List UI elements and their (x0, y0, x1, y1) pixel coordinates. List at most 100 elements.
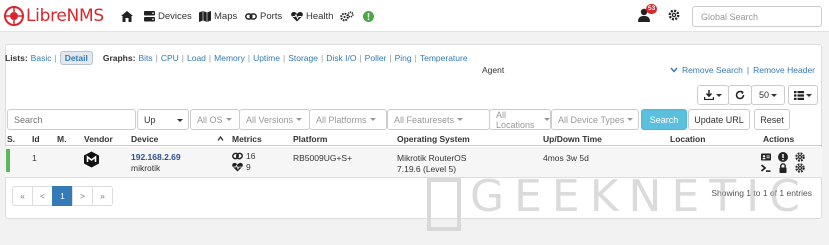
id-card-icon[interactable] (761, 152, 771, 162)
caret-icon (225, 118, 232, 121)
alert-icon[interactable] (778, 152, 788, 162)
graph-memory-link[interactable]: Memory (214, 53, 245, 63)
device-types-select-value: All Device Types (558, 114, 625, 125)
metric-ports[interactable]: 16 (232, 151, 255, 161)
device-id: 1 (32, 153, 37, 163)
nav-devices[interactable]: Devices (144, 9, 192, 23)
versions-select[interactable]: All Versions (239, 109, 310, 130)
nav-maps[interactable]: Maps (199, 9, 237, 23)
nav-devices-label: Devices (158, 10, 192, 22)
graph-storage-link[interactable]: Storage (288, 53, 318, 63)
nav-ports-label: Ports (260, 10, 283, 22)
os-select-value: All OS (197, 114, 223, 125)
col-status[interactable]: S. (7, 134, 15, 144)
caret-icon (771, 93, 777, 97)
status-up-indicator (6, 149, 10, 172)
graph-bits-link[interactable]: Bits (138, 53, 152, 63)
state-select[interactable]: Up (137, 109, 189, 130)
watermark-text: GEEKNETIC (470, 171, 810, 222)
separator: | (54, 53, 57, 63)
link-icon (245, 12, 257, 20)
page-size-value: 50 (758, 90, 769, 100)
refresh-icon (735, 90, 745, 100)
metric-ports-count: 16 (246, 151, 256, 161)
device-types-select[interactable]: All Device Types (551, 109, 639, 130)
caret-icon (296, 118, 303, 121)
gear-icon[interactable] (795, 152, 805, 162)
list-basic-link[interactable]: Basic (31, 53, 52, 63)
graph-poller-link[interactable]: Poller (365, 53, 387, 63)
locations-select[interactable]: All Locations (489, 109, 551, 130)
graph-diskio-link[interactable]: Disk I/O (326, 53, 356, 63)
sort-up-icon[interactable] (217, 135, 224, 142)
col-maintenance[interactable]: M. (57, 134, 66, 144)
device-sysname: mikrotik (131, 163, 161, 173)
nav-settings-menu[interactable] (340, 9, 354, 23)
page-first-button[interactable]: « (12, 186, 33, 206)
update-url-button[interactable]: Update URL (688, 109, 750, 130)
chevron-down-icon (670, 67, 678, 73)
page-last-button[interactable]: » (92, 186, 113, 206)
global-search-input[interactable] (692, 6, 822, 27)
graph-uptime-link[interactable]: Uptime (253, 53, 280, 63)
metric-sensors-count: 9 (246, 162, 251, 172)
list-icon (794, 90, 804, 100)
os-select[interactable]: All OS (190, 109, 240, 130)
heartbeat-icon (291, 11, 303, 21)
list-detail-link[interactable]: Detail (59, 51, 93, 65)
col-device[interactable]: Device (131, 134, 158, 144)
refresh-button[interactable] (728, 85, 752, 105)
lists-label: Lists: (5, 53, 28, 63)
col-id[interactable]: Id (32, 134, 40, 144)
remove-search-link[interactable]: Remove Search (682, 65, 743, 75)
caret-icon (457, 118, 464, 121)
caret-icon (716, 93, 722, 97)
graph-cpu-link[interactable]: CPU (161, 53, 179, 63)
columns-button[interactable] (788, 85, 818, 105)
col-metrics[interactable]: Metrics (232, 134, 262, 144)
page-size-dropdown[interactable]: 50 (751, 85, 785, 105)
nav-maps-label: Maps (214, 10, 238, 22)
graph-agent-link[interactable]: Agent (482, 65, 504, 75)
nav-health-label: Health (306, 10, 334, 22)
caret-icon (544, 118, 550, 121)
featuresets-select[interactable]: All Featuresets (387, 109, 490, 130)
reset-button[interactable]: Reset (754, 109, 790, 130)
export-button[interactable] (697, 85, 729, 105)
remove-header-link[interactable]: Remove Header (753, 65, 815, 75)
link-icon (232, 152, 243, 160)
header-divider (5, 145, 822, 146)
col-vendor[interactable]: Vendor (84, 134, 113, 144)
state-select-value: Up (144, 114, 156, 125)
device-ip-link[interactable]: 192.168.2.69 (131, 152, 181, 162)
nav-status[interactable] (363, 9, 374, 23)
versions-select-value: All Versions (246, 114, 294, 125)
platforms-select[interactable]: All Platforms (309, 109, 387, 130)
notification-badge[interactable]: 53 (646, 4, 658, 14)
device-hostname[interactable]: 192.168.2.69 (131, 152, 181, 162)
graphs-label: Graphs: (102, 53, 136, 63)
device-search-input[interactable] (7, 109, 136, 130)
search-button[interactable]: Search (641, 109, 687, 130)
page-next-button[interactable]: > (72, 186, 93, 206)
caret-icon (177, 119, 183, 122)
nav-home[interactable] (121, 9, 133, 23)
col-platform[interactable]: Platform (293, 134, 327, 144)
librenms-logo-icon (4, 6, 24, 26)
col-location[interactable]: Location (670, 134, 705, 144)
locations-select-value: All Locations (496, 109, 535, 130)
page-1-button[interactable]: 1 (52, 186, 73, 206)
nav-health[interactable]: Health (291, 9, 333, 23)
cogs-icon (340, 10, 354, 21)
heartbeat-icon (232, 162, 243, 172)
nav-ports[interactable]: Ports (245, 9, 282, 23)
col-operating-system[interactable]: Operating System (397, 134, 470, 144)
graph-temperature-link[interactable]: Temperature (420, 53, 468, 63)
graph-load-link[interactable]: Load (187, 53, 206, 63)
librenms-logo[interactable]: LibreNMS (4, 6, 104, 26)
metric-sensors[interactable]: 9 (232, 162, 251, 172)
gear-icon[interactable] (668, 9, 680, 21)
col-uptime[interactable]: Up/Down Time (543, 134, 602, 144)
graph-ping-link[interactable]: Ping (395, 53, 412, 63)
page-prev-button[interactable]: < (32, 186, 53, 206)
